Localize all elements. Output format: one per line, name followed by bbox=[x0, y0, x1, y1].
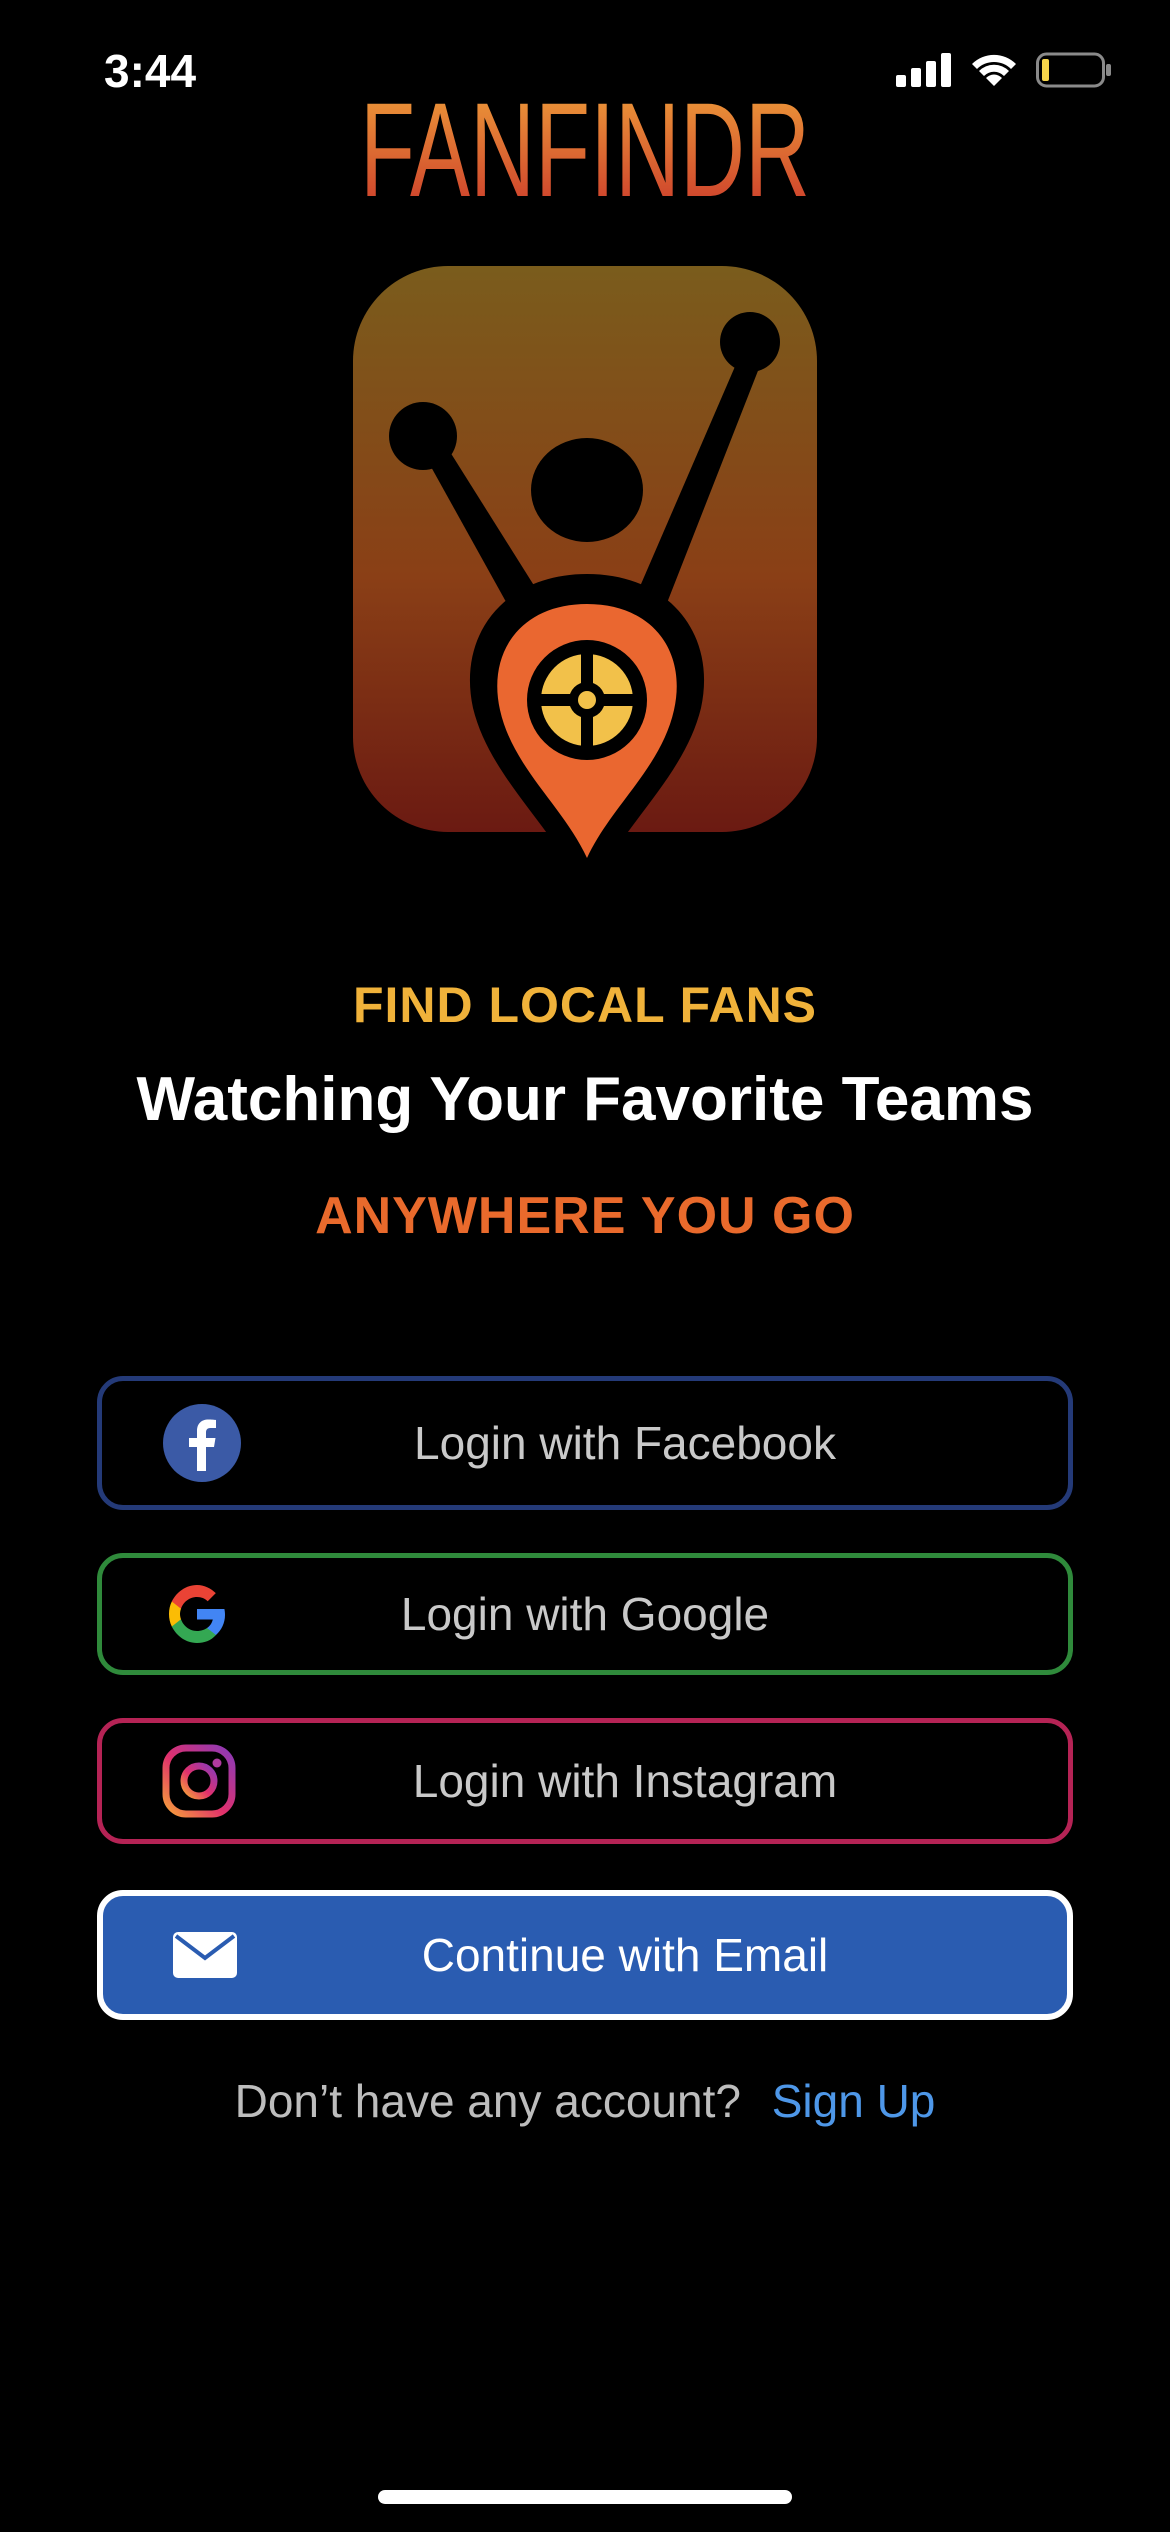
login-instagram-label: Login with Instagram bbox=[412, 1755, 838, 1807]
app-logo bbox=[353, 266, 817, 898]
tagline-find-local-fans: FIND LOCAL FANS bbox=[352, 977, 818, 1033]
signup-prompt: Don’t have any account? Sign Up bbox=[0, 2074, 1170, 2128]
login-instagram-button[interactable]: Login with Instagram bbox=[97, 1718, 1073, 1844]
brand-wordmark: FANFINDR bbox=[360, 76, 810, 214]
signup-question: Don’t have any account? bbox=[234, 2075, 741, 2127]
login-google-button[interactable]: Login with Google bbox=[97, 1553, 1073, 1675]
home-indicator[interactable] bbox=[378, 2490, 792, 2504]
login-facebook-label: Login with Facebook bbox=[414, 1417, 836, 1469]
login-google-label: Login with Google bbox=[400, 1588, 770, 1640]
continue-email-label: Continue with Email bbox=[421, 1929, 829, 1981]
signup-link[interactable]: Sign Up bbox=[772, 2075, 936, 2127]
login-facebook-button[interactable]: Login with Facebook bbox=[97, 1376, 1073, 1510]
tagline-watching-teams: Watching Your Favorite Teams bbox=[136, 1065, 1034, 1134]
tagline-anywhere: ANYWHERE YOU GO bbox=[315, 1187, 855, 1245]
continue-email-button[interactable]: Continue with Email bbox=[97, 1890, 1073, 2020]
brand-name: FANFINDR bbox=[360, 76, 810, 214]
